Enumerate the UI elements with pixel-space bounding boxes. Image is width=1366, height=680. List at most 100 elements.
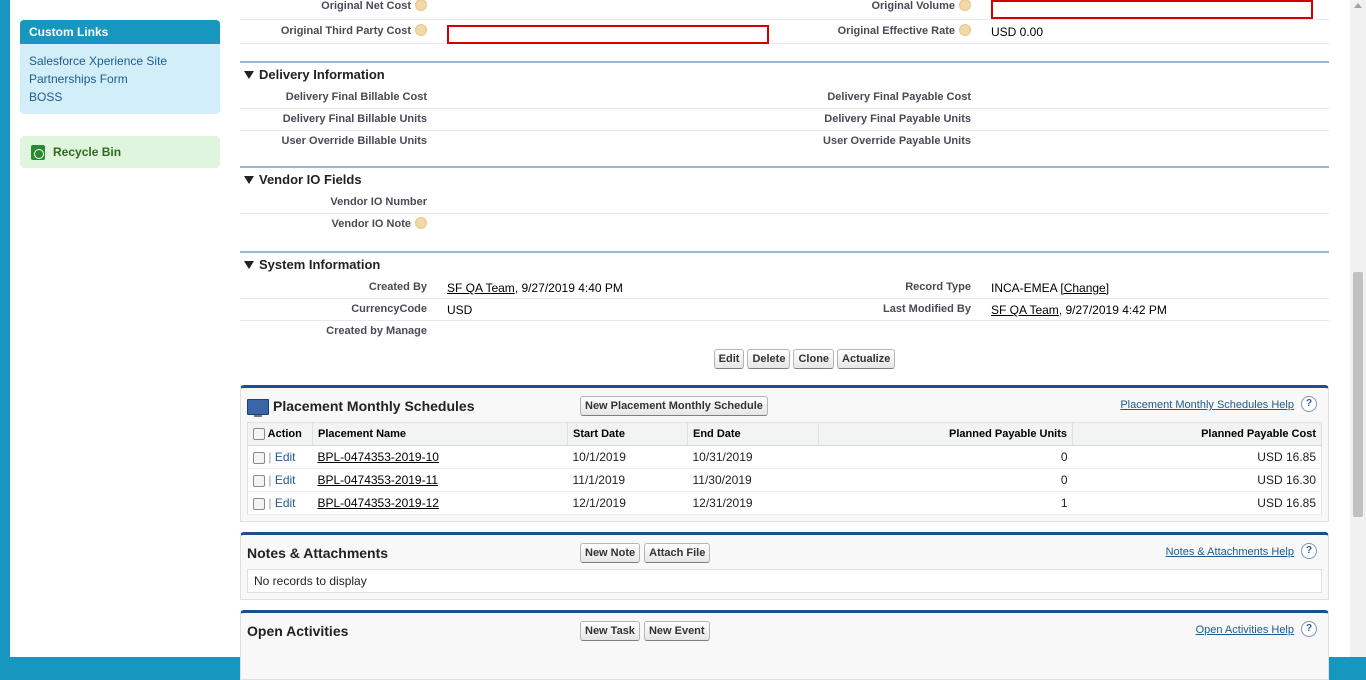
action-cell: | Edit — [247, 445, 313, 469]
new-task-button[interactable]: New Task — [580, 621, 640, 641]
custom-link-partnerships-form[interactable]: Partnerships Form — [29, 70, 211, 88]
scroll-up-arrow-icon[interactable] — [1354, 3, 1362, 8]
column-header-end-date[interactable]: End Date — [687, 422, 819, 446]
custom-link-boss[interactable]: BOSS — [29, 88, 211, 106]
planned-payable-units-cell: 0 — [818, 468, 1073, 492]
column-header-placement-name[interactable]: Placement Name — [312, 422, 568, 446]
clone-button[interactable]: Clone — [793, 349, 835, 369]
field-label: Original Effective Rate — [838, 24, 971, 37]
help-icon[interactable] — [959, 0, 971, 12]
monitor-icon — [247, 399, 269, 417]
select-all-checkbox[interactable] — [253, 428, 265, 441]
related-list-title: Placement Monthly Schedules — [273, 398, 475, 414]
field-label: User Override Payable Units — [823, 135, 971, 147]
field-row: Created by Manage — [240, 321, 1329, 342]
field-row: Delivery Final Billable Units Delivery F… — [240, 109, 1329, 131]
related-list-title: Notes & Attachments — [247, 545, 389, 561]
field-label: Vendor IO Number — [330, 196, 427, 208]
collapse-triangle-icon[interactable] — [244, 70, 254, 79]
section-vendor-io-fields[interactable]: Vendor IO Fields — [240, 166, 1329, 192]
delete-button[interactable]: Delete — [747, 349, 791, 369]
row-checkbox[interactable] — [253, 474, 265, 487]
new-note-button[interactable]: New Note — [580, 543, 641, 563]
placement-name-link[interactable]: BPL-0474353-2019-10 — [318, 450, 439, 464]
currency-value: USD — [447, 303, 473, 317]
planned-payable-cost-cell: USD 16.85 — [1072, 445, 1322, 469]
new-event-button[interactable]: New Event — [643, 621, 710, 641]
original-third-party-cost-input[interactable] — [447, 25, 769, 44]
collapse-triangle-icon[interactable] — [244, 260, 254, 269]
table-row: | Edit BPL-0474353-2019-10 10/1/2019 10/… — [247, 445, 1322, 469]
end-date-cell: 11/30/2019 — [687, 468, 819, 492]
row-checkbox[interactable] — [253, 497, 265, 510]
column-header-planned-payable-cost[interactable]: Planned Payable Cost — [1072, 422, 1322, 446]
related-list-title: Open Activities — [247, 623, 349, 639]
custom-links-list: Salesforce Xperience Site Partnerships F… — [20, 44, 220, 114]
help-question-icon[interactable]: ? — [1301, 621, 1317, 637]
page-scrollbar[interactable] — [1350, 0, 1366, 657]
field-row: Delivery Final Billable Cost Delivery Fi… — [240, 87, 1329, 109]
original-volume-input[interactable] — [991, 0, 1313, 19]
planned-payable-cost-cell: USD 16.85 — [1072, 491, 1322, 515]
field-label: Delivery Final Billable Cost — [285, 91, 427, 103]
field-row: User Override Billable Units User Overri… — [240, 131, 1329, 152]
edit-button[interactable]: Edit — [713, 349, 745, 369]
section-delivery-information[interactable]: Delivery Information — [240, 61, 1329, 87]
open-activities-help-link[interactable]: Open Activities Help — [1196, 624, 1294, 636]
change-record-type-link[interactable]: [Change] — [1060, 281, 1109, 295]
placement-monthly-schedules-help-link[interactable]: Placement Monthly Schedules Help — [1120, 399, 1294, 411]
row-edit-link[interactable]: Edit — [275, 473, 296, 487]
placement-name-link[interactable]: BPL-0474353-2019-12 — [318, 496, 439, 510]
column-header-start-date[interactable]: Start Date — [567, 422, 688, 446]
custom-link-salesforce-xperience[interactable]: Salesforce Xperience Site — [29, 52, 211, 70]
original-effective-rate-value: USD 0.00 — [991, 25, 1044, 39]
last-modified-user-link[interactable]: SF QA Team — [991, 303, 1059, 317]
created-by-value: SF QA Team, 9/27/2019 4:40 PM — [447, 281, 623, 295]
placement-name-cell: BPL-0474353-2019-11 — [312, 468, 568, 492]
column-header-action: Action — [247, 422, 313, 446]
related-list-header: Open Activities New Task New Event Open … — [247, 613, 1322, 647]
start-date-cell: 12/1/2019 — [567, 491, 688, 515]
start-date-cell: 10/1/2019 — [567, 445, 688, 469]
detail-button-row: Edit Delete Clone Actualize — [240, 342, 1329, 376]
help-icon[interactable] — [415, 0, 427, 12]
recycle-bin-icon — [31, 144, 45, 160]
section-system-information[interactable]: System Information — [240, 251, 1329, 277]
field-row-original-third-party-cost: Original Third Party Cost Original Effec… — [240, 20, 1329, 44]
help-icon[interactable] — [959, 24, 971, 37]
related-list-notes-attachments: Notes & Attachments New Note Attach File… — [240, 532, 1329, 600]
start-date-cell: 11/1/2019 — [567, 468, 688, 492]
row-edit-link[interactable]: Edit — [275, 450, 296, 464]
last-modified-value: SF QA Team, 9/27/2019 4:42 PM — [991, 303, 1167, 317]
field-label: Vendor IO Note — [332, 217, 427, 230]
field-label: Record Type — [905, 281, 971, 293]
field-label: Original Net Cost — [321, 0, 427, 12]
attach-file-button[interactable]: Attach File — [644, 543, 711, 563]
row-edit-link[interactable]: Edit — [275, 496, 296, 510]
scroll-thumb[interactable] — [1353, 272, 1363, 517]
recycle-bin-label: Recycle Bin — [53, 145, 122, 159]
field-label: Delivery Final Payable Units — [824, 113, 971, 125]
field-row-original-net-cost: Original Net Cost Original Volume — [240, 0, 1329, 20]
actualize-button[interactable]: Actualize — [837, 349, 896, 369]
help-icon[interactable] — [415, 217, 427, 230]
table-row: | Edit BPL-0474353-2019-11 11/1/2019 11/… — [247, 468, 1322, 492]
placement-name-link[interactable]: BPL-0474353-2019-11 — [318, 473, 439, 487]
created-by-user-link[interactable]: SF QA Team — [447, 281, 515, 295]
related-list-buttons: New Task New Event — [580, 621, 710, 641]
record-type-value: INCA-EMEA [Change] — [991, 281, 1110, 295]
table-header-row: Action Placement Name Start Date End Dat… — [247, 422, 1322, 446]
related-list-buttons: New Note Attach File — [580, 543, 711, 563]
help-question-icon[interactable]: ? — [1301, 396, 1317, 412]
new-placement-monthly-schedule-button[interactable]: New Placement Monthly Schedule — [580, 396, 768, 416]
recycle-bin-link[interactable]: Recycle Bin — [20, 136, 220, 168]
notes-attachments-help-link[interactable]: Notes & Attachments Help — [1166, 546, 1294, 558]
row-checkbox[interactable] — [253, 451, 265, 464]
column-header-planned-payable-units[interactable]: Planned Payable Units — [818, 422, 1073, 446]
help-question-icon[interactable]: ? — [1301, 543, 1317, 559]
field-row: Created By SF QA Team, 9/27/2019 4:40 PM… — [240, 277, 1329, 299]
related-list-open-activities: Open Activities New Task New Event Open … — [240, 610, 1329, 680]
help-icon[interactable] — [415, 24, 427, 37]
page: Custom Links Salesforce Xperience Site P… — [10, 0, 1350, 680]
collapse-triangle-icon[interactable] — [244, 175, 254, 184]
